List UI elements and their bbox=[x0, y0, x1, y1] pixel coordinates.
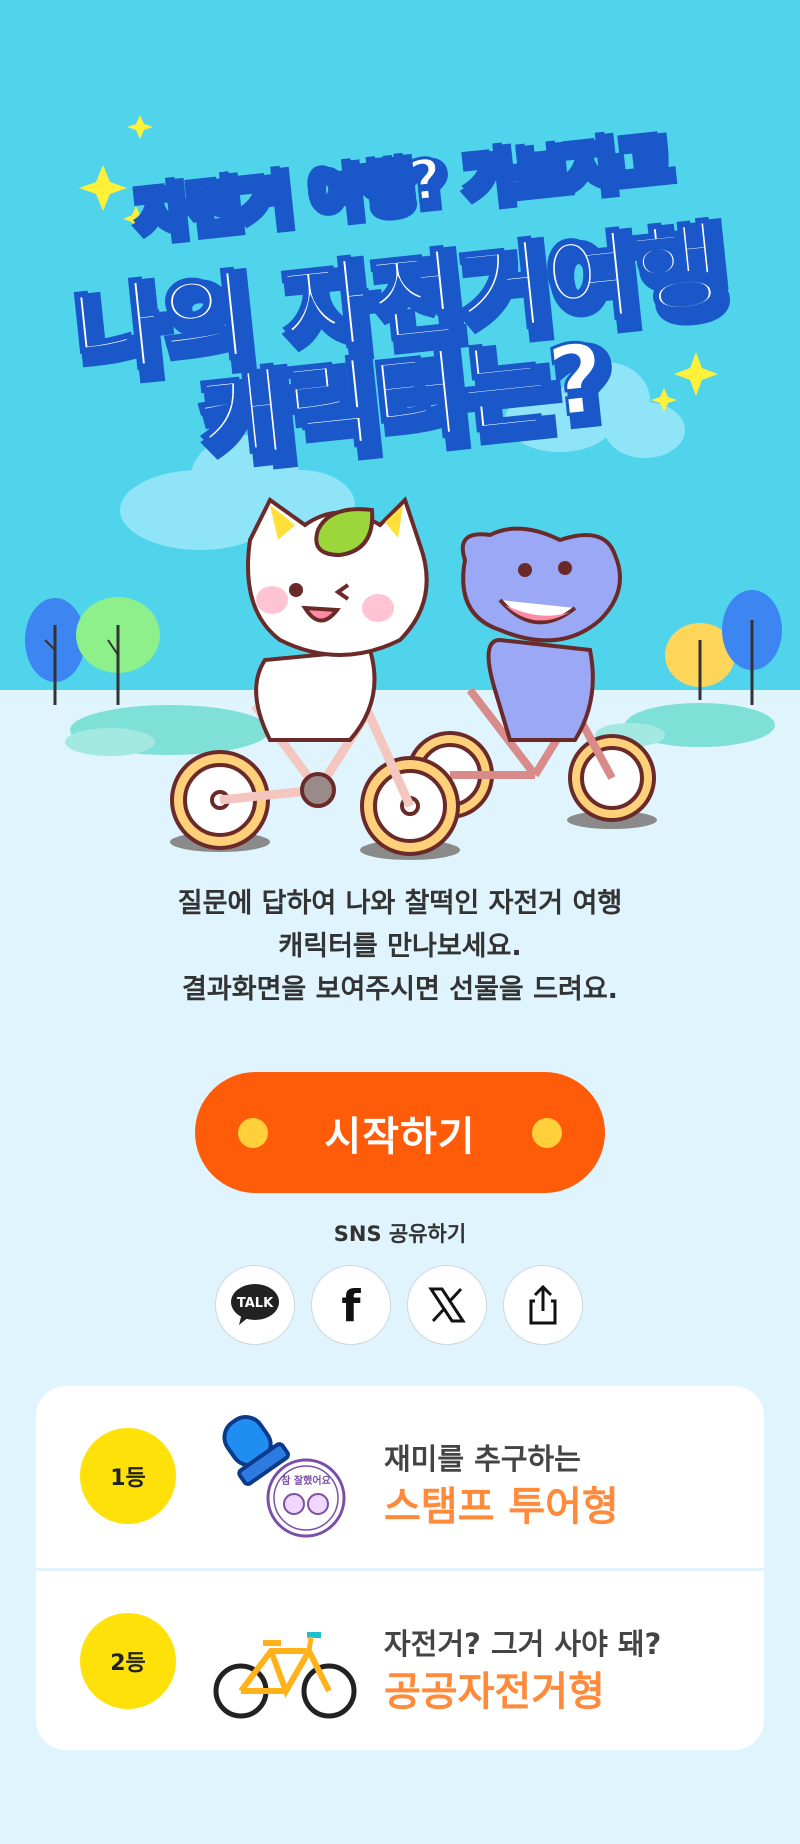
rank-subtitle: 자전거? 그거 사야 돼? bbox=[384, 1627, 662, 1661]
dot-icon bbox=[532, 1118, 562, 1148]
ranking-row: 2등 자전거? 그거 사야 돼? 공공자전거형 bbox=[36, 1571, 764, 1750]
ranking-row: 1등 참 잘했어요 재미를 추구하는 스탬프 투어형 bbox=[36, 1386, 764, 1568]
bicycle-icon bbox=[213, 1632, 357, 1719]
stamp-icon: 참 잘했어요 bbox=[222, 1415, 346, 1538]
rank-title: 공공자전거형 bbox=[384, 1669, 605, 1715]
page: 자전거 여행? 가보자고 자전거 여행? 가보자고 나의 자전거여행 나의 자전… bbox=[0, 0, 800, 1844]
dot-icon bbox=[238, 1118, 268, 1148]
description-line3: 결과화면을 보여주시면 선물을 드려요. bbox=[182, 974, 618, 1005]
ranking-card: 1등 참 잘했어요 재미를 추구하는 스탬프 투어형 2등 자전거? 그거 사야… bbox=[36, 1386, 764, 1750]
hero-title: 자전거 여행? 가보자고 자전거 여행? 가보자고 나의 자전거여행 나의 자전… bbox=[65, 115, 742, 470]
share-buttons: TALK f bbox=[215, 1265, 585, 1345]
facebook-icon: f bbox=[341, 1283, 361, 1327]
white-cat-character bbox=[246, 496, 429, 742]
description-line1: 질문에 답하여 나와 찰떡인 자전거 여행 bbox=[177, 888, 623, 919]
kakaotalk-icon: TALK bbox=[231, 1284, 279, 1325]
rank-title: 스탬프 투어형 bbox=[384, 1484, 619, 1530]
svg-text:TALK: TALK bbox=[237, 1296, 274, 1311]
x-icon bbox=[428, 1287, 466, 1323]
kakaotalk-share-button[interactable]: TALK bbox=[215, 1265, 295, 1345]
rank-subtitle: 재미를 추구하는 bbox=[384, 1442, 581, 1476]
facebook-share-button[interactable]: f bbox=[311, 1265, 391, 1345]
tree-icon bbox=[25, 597, 160, 705]
share-label: SNS 공유하기 bbox=[333, 1222, 467, 1246]
start-button[interactable]: 시작하기 bbox=[195, 1072, 605, 1193]
share-button[interactable] bbox=[503, 1265, 583, 1345]
rank-badge: 2등 bbox=[80, 1613, 176, 1709]
sparkle-icon bbox=[79, 165, 127, 211]
x-share-button[interactable] bbox=[407, 1265, 487, 1345]
start-button-label: 시작하기 bbox=[324, 1114, 476, 1159]
svg-text:참 잘했어요: 참 잘했어요 bbox=[281, 1474, 330, 1487]
description-line2: 캐릭터를 만나보세요. bbox=[278, 931, 522, 962]
rank-badge: 1등 bbox=[80, 1428, 176, 1524]
description: 질문에 답하여 나와 찰떡인 자전거 여행 캐릭터를 만나보세요. 결과화면을 … bbox=[60, 882, 740, 1011]
share-icon bbox=[529, 1284, 557, 1325]
svg-text:f: f bbox=[341, 1283, 361, 1327]
